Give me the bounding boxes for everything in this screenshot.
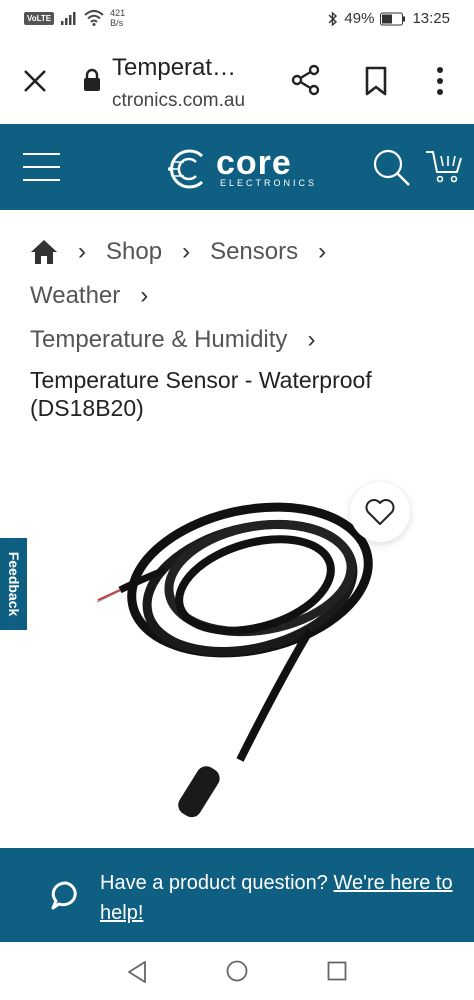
status-bar: VoLTE 421 B/s 49% 13:25 <box>0 0 474 40</box>
status-right: 49% 13:25 <box>328 10 450 27</box>
cart-icon[interactable] <box>424 148 464 184</box>
lock-icon <box>84 68 100 91</box>
help-question: Have a product question? <box>100 872 328 894</box>
chevron-right-icon: › <box>182 238 191 265</box>
feedback-label: Feedback <box>6 551 22 617</box>
close-icon[interactable] <box>22 68 48 94</box>
breadcrumb-row: Weather › <box>30 274 450 318</box>
page-title-tab[interactable]: Temperat… <box>112 54 236 82</box>
help-banner: Have a product question? We're here to h… <box>0 848 474 942</box>
menu-icon[interactable] <box>22 152 62 182</box>
breadcrumb: › Shop › Sensors › Weather › Temperature… <box>30 230 450 362</box>
back-icon[interactable] <box>126 960 148 984</box>
logo-mark-icon <box>168 149 204 189</box>
battery-icon <box>380 12 406 25</box>
recent-apps-icon[interactable] <box>327 961 347 981</box>
system-nav-bar <box>0 942 474 1000</box>
search-icon[interactable] <box>372 148 412 188</box>
status-left: VoLTE 421 B/s <box>24 8 125 28</box>
breadcrumb-row: › Shop › Sensors › <box>30 230 450 274</box>
more-vert-icon[interactable] <box>430 66 450 96</box>
logo-subtext: ELECTRONICS <box>220 178 318 188</box>
chevron-right-icon: › <box>307 326 316 353</box>
product-title: Temperature Sensor - Waterproof (DS18B20… <box>30 367 372 421</box>
site-header: core ELECTRONICS <box>0 124 474 210</box>
chat-bubble-icon <box>51 881 77 910</box>
breadcrumb-weather[interactable]: Weather <box>30 282 120 310</box>
battery-percent: 49% <box>344 10 375 27</box>
volte-badge: VoLTE <box>24 11 55 25</box>
site-logo[interactable]: core ELECTRONICS <box>164 140 324 196</box>
chevron-right-icon: › <box>78 238 86 265</box>
share-icon[interactable] <box>290 64 322 96</box>
bluetooth-icon <box>328 10 338 27</box>
chevron-right-icon: › <box>140 282 149 309</box>
url-text[interactable]: ctronics.com.au <box>112 90 245 112</box>
heart-icon <box>365 499 395 525</box>
breadcrumb-temperature-humidity[interactable]: Temperature & Humidity <box>30 326 287 354</box>
browser-toolbar: Temperat… ctronics.com.au <box>0 40 474 124</box>
breadcrumb-sensors[interactable]: Sensors <box>210 238 298 266</box>
feedback-tab[interactable]: Feedback <box>0 538 27 630</box>
net-speed-unit: B/s <box>110 18 124 28</box>
home-circle-icon[interactable] <box>226 960 248 982</box>
signal-icon <box>61 12 76 25</box>
clock: 13:25 <box>412 10 450 27</box>
net-speed-value: 421 <box>110 8 126 18</box>
chevron-right-icon: › <box>318 238 327 265</box>
help-text: Have a product question? We're here to h… <box>100 868 466 928</box>
breadcrumb-shop[interactable]: Shop <box>106 238 162 266</box>
home-icon[interactable] <box>30 239 58 265</box>
bookmark-icon[interactable] <box>364 66 388 96</box>
network-speed: 421 B/s <box>110 8 125 28</box>
wishlist-button[interactable] <box>350 482 410 542</box>
wifi-icon <box>84 10 104 26</box>
breadcrumb-row: Temperature & Humidity › <box>30 318 450 362</box>
